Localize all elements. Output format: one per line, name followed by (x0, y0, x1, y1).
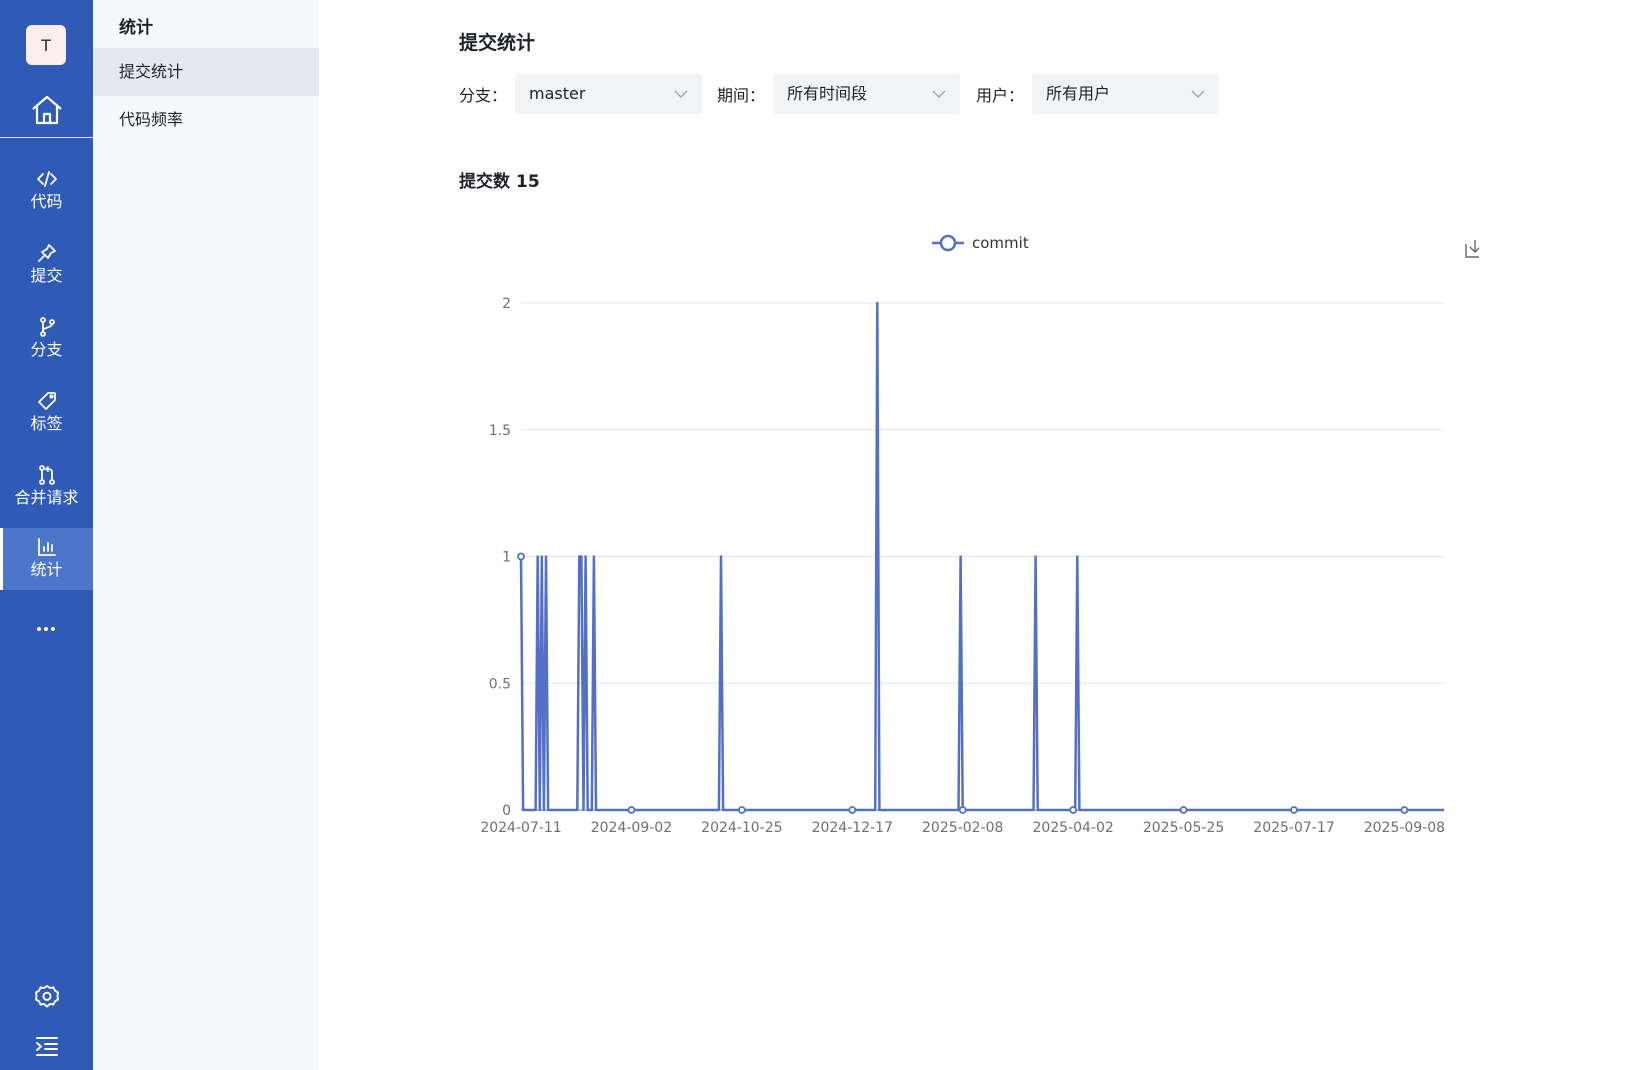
code-icon (36, 171, 57, 187)
nav-item-stats[interactable]: 统计 (0, 528, 93, 590)
commit-count-label: 提交数 (459, 172, 510, 192)
home-icon[interactable] (29, 92, 65, 128)
rail-divider (0, 137, 93, 138)
x-tick-label: 2024-12-17 (812, 820, 893, 836)
nav-item-tag[interactable]: 标签 (0, 382, 93, 444)
nav-label-code: 代码 (30, 192, 63, 211)
pin-icon (37, 244, 56, 262)
nav-item-commit[interactable]: 提交 (0, 234, 93, 296)
nav-item-code[interactable]: 代码 (0, 160, 93, 222)
period-select[interactable]: 所有时间段 (773, 74, 961, 114)
commit-count: 提交数 15 (459, 167, 540, 192)
x-tick-label: 2025-04-02 (1032, 820, 1113, 836)
commit-data-point (958, 806, 967, 814)
period-filter: 期间： 所有时间段 (717, 74, 961, 114)
merge-request-icon (38, 465, 55, 485)
x-tick-label: 2024-07-11 (480, 820, 561, 836)
nav-item-merge-request[interactable]: 合并请求 (0, 456, 93, 518)
branch-select[interactable]: master (515, 74, 703, 114)
chevron-down-icon (932, 90, 946, 98)
nav-item-branch[interactable]: 分支 (0, 308, 93, 370)
user-select[interactable]: 所有用户 (1032, 74, 1220, 114)
user-filter-label: 用户： (976, 86, 1025, 105)
page-title: 提交统计 (459, 32, 536, 54)
period-select-value: 所有时间段 (787, 84, 868, 103)
sidebar-title: 统计 (119, 18, 153, 38)
chevron-down-icon (1191, 90, 1205, 98)
commit-chart: 0 0.5 1 1.5 2 2024-07-11 2024-09-02 2024-10-25 2… (459, 220, 1479, 860)
sidebar-item-code-frequency[interactable]: 代码频率 (93, 96, 319, 144)
main-content: 提交统计 分支： master 期间： 所有时间段 用户： 所有用户 提交数 15… (319, 0, 1625, 1070)
nav-label-commit: 提交 (30, 266, 63, 285)
legend-label: commit (972, 234, 1029, 252)
y-tick-label: 0 (502, 803, 511, 819)
commit-data-point (1400, 806, 1409, 814)
sidebar-item-commit-stats[interactable]: 提交统计 (93, 48, 319, 96)
commit-data-point (1290, 806, 1298, 814)
commit-data-point (517, 552, 525, 561)
bar-chart-icon (37, 538, 56, 556)
x-tick-label: 2024-09-02 (591, 820, 672, 836)
branch-icon (39, 317, 55, 337)
commit-data-point (627, 806, 636, 814)
x-tick-label: 2024-10-25 (701, 820, 782, 836)
y-tick-label: 2 (502, 296, 511, 312)
tag-icon (37, 392, 56, 410)
x-tick-label: 2025-09-08 (1364, 820, 1445, 836)
branch-filter-label: 分支： (459, 86, 508, 105)
x-tick-label: 2025-02-08 (922, 820, 1003, 836)
stats-sidebar: 统计 提交统计 代码频率 (93, 0, 319, 1070)
user-filter: 用户： 所有用户 (976, 74, 1220, 114)
x-tick-label: 2025-07-17 (1253, 820, 1334, 836)
nav-label-stats: 统计 (30, 560, 63, 579)
app-rail: T 代码 提交 分支 标签 合并请求 统计 (0, 0, 93, 1070)
y-tick-label: 1.5 (489, 423, 511, 439)
nav-label-tag: 标签 (30, 414, 63, 433)
download-icon[interactable] (1465, 240, 1479, 258)
gear-icon[interactable] (34, 984, 60, 1010)
y-tick-label: 0.5 (489, 676, 511, 692)
branch-select-value: master (529, 84, 586, 103)
legend-marker (939, 234, 957, 252)
commit-chart-svg: 0 0.5 1 1.5 2 2024-07-11 2024-09-02 2024-10-25 2… (480, 234, 1479, 836)
nav-label-branch: 分支 (30, 340, 63, 359)
period-filter-label: 期间： (717, 86, 766, 105)
commit-data-point (737, 806, 746, 814)
collapse-menu-icon[interactable] (35, 1035, 59, 1057)
more-icon[interactable] (36, 624, 56, 634)
x-tick-label: 2025-05-25 (1143, 820, 1224, 836)
user-avatar[interactable]: T (26, 25, 66, 65)
commit-count-value: 15 (516, 172, 540, 192)
y-tick-label: 1 (502, 550, 511, 566)
commit-data-point (1069, 806, 1078, 814)
commit-data-point (848, 806, 857, 814)
chevron-down-icon (674, 90, 688, 98)
commit-data-point (1179, 806, 1188, 814)
branch-filter: 分支： master (459, 74, 703, 114)
user-select-value: 所有用户 (1046, 84, 1111, 103)
nav-label-merge-request: 合并请求 (14, 488, 79, 507)
